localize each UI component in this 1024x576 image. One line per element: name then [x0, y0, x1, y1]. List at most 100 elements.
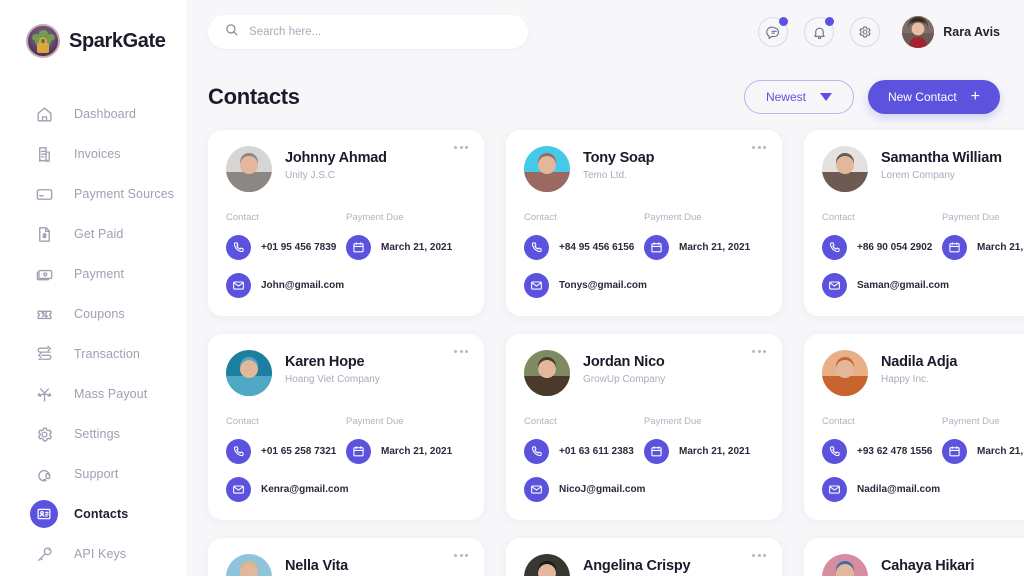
home-icon: [30, 100, 58, 128]
label-contact: Contact: [822, 212, 855, 223]
contact-identity: Nella Vita Circle Company: [285, 554, 356, 576]
sidebar-item-label: Support: [74, 467, 119, 481]
contact-email[interactable]: Kenra@gmail.com: [226, 477, 349, 502]
card-more-button[interactable]: [752, 350, 766, 353]
calendar-icon: [644, 235, 669, 260]
contact-identity: Cahaya Hikari No Idea Company: [881, 554, 975, 576]
search-bar[interactable]: [208, 15, 528, 49]
label-payment-due: Payment Due: [346, 212, 404, 223]
contact-name: Johnny Ahmad: [285, 150, 387, 166]
card-more-button[interactable]: [454, 554, 468, 557]
settings-button[interactable]: [850, 17, 881, 47]
contact-card[interactable]: Cahaya Hikari No Idea Company Contact Pa…: [804, 538, 1024, 576]
contact-email-text: Nadila@mail.com: [857, 484, 941, 495]
contact-due-text: March 21, 2021: [679, 242, 751, 253]
contact-due: March 21, 2021: [644, 439, 764, 464]
card-header: Tony Soap Temo Ltd.: [524, 146, 764, 192]
label-contact: Contact: [226, 212, 259, 223]
contact-name: Angelina Crispy: [583, 558, 691, 574]
contact-email[interactable]: Saman@gmail.com: [822, 273, 949, 298]
sidebar-item-transaction[interactable]: Transaction: [0, 334, 186, 374]
sidebar-item-contacts[interactable]: Contacts: [0, 494, 186, 534]
sidebar-item-payment-sources[interactable]: Payment Sources: [0, 174, 186, 214]
gear-icon: [859, 26, 871, 38]
card-header: Johnny Ahmad Unity J.S.C: [226, 146, 466, 192]
contact-card[interactable]: Nadila Adja Happy Inc. Contact Payment D…: [804, 334, 1024, 520]
main-content: Rara Avis Contacts Newest New Contact +: [186, 0, 1024, 576]
card-more-button[interactable]: [454, 350, 468, 353]
sidebar-item-get-paid[interactable]: Get Paid: [0, 214, 186, 254]
banknote-icon: [30, 260, 58, 288]
contact-email-text: Kenra@gmail.com: [261, 484, 349, 495]
search-input[interactable]: [249, 26, 512, 38]
contact-phone-text: +84 95 456 6156: [559, 242, 635, 253]
card-header: Nella Vita Circle Company: [226, 554, 466, 576]
contact-company: GrowUp Company: [583, 374, 666, 385]
coupon-icon: [30, 300, 58, 328]
sidebar-item-label: Payment Sources: [74, 187, 175, 201]
page-title: Contacts: [208, 84, 300, 109]
invoice-icon: [30, 140, 58, 168]
contact-phone[interactable]: +84 95 456 6156: [524, 235, 644, 260]
contact-email[interactable]: Nadila@mail.com: [822, 477, 942, 502]
contact-card[interactable]: Karen Hope Hoang Viet Company Contact Pa…: [208, 334, 484, 520]
sidebar-item-dashboard[interactable]: Dashboard: [0, 94, 186, 134]
card-row-phone-due: +86 90 054 2902 March 21, 2021: [822, 235, 1024, 260]
new-contact-button[interactable]: New Contact +: [867, 80, 1000, 114]
contact-company: Hoang Viet Company: [285, 374, 380, 385]
document-dollar-icon: [30, 220, 58, 248]
sidebar-item-invoices[interactable]: Invoices: [0, 134, 186, 174]
card-row-phone-due: +84 95 456 6156 March 21, 2021: [524, 235, 764, 260]
search-icon: [224, 22, 239, 42]
contact-phone[interactable]: +01 95 456 7839: [226, 235, 346, 260]
mail-icon: [524, 273, 549, 298]
messages-button[interactable]: [758, 17, 789, 47]
contact-identity: Samantha William Lorem Company: [881, 146, 1002, 181]
contact-phone[interactable]: +93 62 478 1556: [822, 439, 942, 464]
contact-due: March 21, 2021: [644, 235, 764, 260]
chevron-down-icon: [819, 93, 832, 101]
contact-card[interactable]: Nella Vita Circle Company Contact Paymen…: [208, 538, 484, 576]
contact-email[interactable]: NicoJ@gmail.com: [524, 477, 645, 502]
sidebar-item-settings[interactable]: Settings: [0, 414, 186, 454]
contact-phone-text: +01 65 258 7321: [261, 446, 337, 457]
contact-card[interactable]: Tony Soap Temo Ltd. Contact Payment Due …: [506, 130, 782, 316]
card-row-phone-due: +93 62 478 1556 March 21, 2021: [822, 439, 1024, 464]
card-more-button[interactable]: [752, 146, 766, 149]
contact-card[interactable]: Johnny Ahmad Unity J.S.C Contact Payment…: [208, 130, 484, 316]
sidebar-item-support[interactable]: Support: [0, 454, 186, 494]
contact-email-text: John@gmail.com: [261, 280, 345, 291]
sidebar-item-api-keys[interactable]: API Keys: [0, 534, 186, 574]
card-row-email: Saman@gmail.com: [822, 273, 1024, 298]
contact-card[interactable]: Jordan Nico GrowUp Company Contact Payme…: [506, 334, 782, 520]
contact-phone[interactable]: +01 65 258 7321: [226, 439, 346, 464]
phone-icon: [822, 235, 847, 260]
contact-name: Samantha William: [881, 150, 1002, 166]
sidebar-item-coupons[interactable]: Coupons: [0, 294, 186, 334]
key-icon: [30, 540, 58, 568]
contact-company: Happy Inc.: [881, 374, 929, 385]
contact-email[interactable]: John@gmail.com: [226, 273, 346, 298]
card-more-button[interactable]: [752, 554, 766, 557]
phone-icon: [524, 439, 549, 464]
contact-phone[interactable]: +01 63 611 2383: [524, 439, 644, 464]
new-contact-label: New Contact: [887, 90, 957, 104]
notifications-button[interactable]: [804, 17, 835, 47]
sort-dropdown[interactable]: Newest: [743, 80, 854, 114]
brand[interactable]: SparkGate: [0, 22, 186, 58]
card-row-phone-due: +01 65 258 7321 March 21, 2021: [226, 439, 466, 464]
sidebar-item-payment[interactable]: Payment: [0, 254, 186, 294]
user-menu[interactable]: Rara Avis: [902, 16, 1000, 48]
sidebar-item-mass-payout[interactable]: Mass Payout: [0, 374, 186, 414]
mail-icon: [226, 273, 251, 298]
contact-email[interactable]: Tonys@gmail.com: [524, 273, 647, 298]
contact-phone[interactable]: +86 90 054 2902: [822, 235, 942, 260]
sidebar-item-label: Settings: [74, 427, 120, 441]
sort-label: Newest: [765, 90, 806, 104]
contact-card[interactable]: Samantha William Lorem Company Contact P…: [804, 130, 1024, 316]
contact-card[interactable]: Angelina Crispy Daisy Beauty Shop Contac…: [506, 538, 782, 576]
label-contact: Contact: [822, 416, 855, 427]
phone-icon: [226, 235, 251, 260]
label-payment-due: Payment Due: [644, 416, 702, 427]
card-more-button[interactable]: [454, 146, 468, 149]
